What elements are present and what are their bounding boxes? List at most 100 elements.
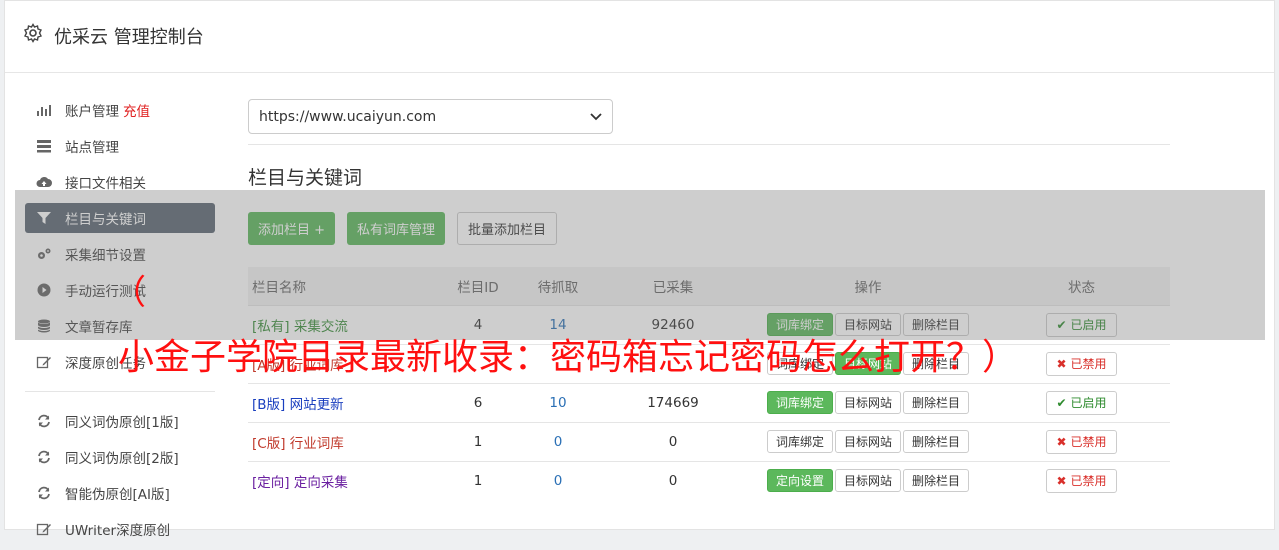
status-label: 已禁用	[1070, 357, 1107, 371]
target-site-button[interactable]: 目标网站	[834, 430, 901, 453]
column-tag: [A版]	[252, 357, 286, 374]
pending-count[interactable]	[513, 343, 603, 383]
refresh-icon	[35, 485, 53, 501]
bind-lexicon-button[interactable]: 词库绑定	[766, 313, 833, 336]
recharge-link[interactable]: 充值	[123, 100, 150, 120]
close-icon: ✖	[1056, 356, 1067, 371]
ops-cell: 词库绑定 目标网站 删除栏目	[743, 382, 993, 422]
column-name-cell[interactable]: [B版] 网站更新	[248, 382, 443, 422]
column-name-cell[interactable]: [A版] 行业词库	[248, 343, 443, 383]
bar-chart-icon	[35, 102, 53, 118]
edit-icon	[35, 354, 53, 370]
batch-add-button[interactable]: 批量添加栏目	[457, 212, 558, 245]
delete-column-button[interactable]: 删除栏目	[903, 430, 970, 453]
column-id: 1	[443, 460, 513, 500]
table-row: [A版] 行业词库 词库绑定 目标网站 删除栏目 ✖ 已禁用	[248, 343, 1170, 383]
collected-count	[603, 343, 743, 383]
col-header-name: 栏目名称	[252, 279, 306, 296]
column-id: 4	[443, 304, 513, 344]
col-header-id: 栏目ID	[457, 279, 499, 296]
sidebar-item-label: 站点管理	[65, 140, 119, 156]
ops-cell: 词库绑定 目标网站 删除栏目	[743, 343, 993, 383]
bind-lexicon-button[interactable]: 词库绑定	[766, 430, 833, 453]
table-row: [私有] 采集交流 4 14 92460 词库绑定 目标网站 删除栏目 ✔ 已启用	[248, 304, 1170, 344]
status-toggle[interactable]: ✔ 已启用	[1045, 312, 1118, 337]
pending-count[interactable]: 14	[513, 304, 603, 344]
column-name-cell[interactable]: [C版] 行业词库	[248, 421, 443, 461]
pending-count[interactable]: 0	[513, 421, 603, 461]
delete-column-button[interactable]: 删除栏目	[903, 352, 970, 375]
status-label: 已启用	[1070, 396, 1107, 410]
target-site-button[interactable]: 目标网站	[834, 391, 901, 414]
sidebar-item-collect-settings[interactable]: 采集细节设置	[25, 239, 215, 269]
sidebar-item-account[interactable]: 账户管理 充值	[25, 95, 215, 125]
refresh-icon	[35, 449, 53, 465]
columns-table: 栏目名称 栏目ID 待抓取 已采集 操作 状态 [私有] 采集交流 4 14 9…	[248, 267, 1170, 500]
column-id	[443, 343, 513, 383]
collected-count: 0	[603, 460, 743, 500]
cogs-icon	[35, 246, 53, 262]
collected-count: 0	[603, 421, 743, 461]
chevron-down-icon	[590, 112, 602, 120]
pending-count[interactable]: 0	[513, 460, 603, 500]
sidebar-item-manual-run[interactable]: 手动运行测试	[25, 275, 215, 305]
ops-cell: 定向设置 目标网站 删除栏目	[743, 460, 993, 500]
target-site-button[interactable]: 目标网站	[834, 313, 901, 336]
directed-settings-button[interactable]: 定向设置	[766, 469, 833, 493]
status-cell: ✖ 已禁用	[993, 460, 1170, 500]
column-name-cell[interactable]: [定向] 定向采集	[248, 460, 443, 500]
column-id: 1	[443, 421, 513, 461]
column-name-cell[interactable]: [私有] 采集交流	[248, 304, 443, 344]
private-lexicon-button[interactable]: 私有词库管理	[347, 212, 446, 245]
sidebar-divider	[25, 391, 215, 392]
site-select-value: https://www.ucaiyun.com	[259, 108, 437, 125]
sidebar-item-synonym-v1[interactable]: 同义词伪原创[1版]	[25, 406, 215, 436]
status-toggle[interactable]: ✖ 已禁用	[1045, 429, 1118, 454]
site-select[interactable]: https://www.ucaiyun.com	[248, 99, 613, 134]
column-tag: [定向]	[252, 474, 290, 491]
status-toggle[interactable]: ✖ 已禁用	[1045, 351, 1118, 376]
sidebar-item-deep-original[interactable]: 深度原创任务	[25, 347, 215, 377]
status-toggle[interactable]: ✖ 已禁用	[1045, 468, 1118, 493]
add-column-button[interactable]: 添加栏目 +	[248, 212, 336, 245]
sidebar-item-interface[interactable]: 接口文件相关	[25, 167, 215, 197]
sidebar-item-sites[interactable]: 站点管理	[25, 131, 215, 161]
sidebar-item-synonym-v2[interactable]: 同义词伪原创[2版]	[25, 442, 215, 472]
sidebar-item-uwriter[interactable]: UWriter深度原创	[25, 514, 215, 544]
close-icon: ✖	[1056, 473, 1067, 488]
collected-count: 92460	[603, 304, 743, 344]
main-content: https://www.ucaiyun.com 栏目与关键词 添加栏目 + 私有…	[248, 99, 1170, 500]
sidebar-item-ai-original[interactable]: 智能伪原创[AI版]	[25, 478, 215, 508]
delete-column-button[interactable]: 删除栏目	[903, 391, 970, 414]
status-toggle[interactable]: ✔ 已启用	[1045, 390, 1118, 415]
column-name: 采集交流	[293, 318, 348, 335]
filter-icon	[35, 210, 53, 226]
sidebar-item-columns[interactable]: 栏目与关键词	[25, 203, 215, 233]
sidebar-item-label: 智能伪原创[AI版]	[65, 487, 170, 503]
delete-column-button[interactable]: 删除栏目	[903, 313, 970, 336]
target-site-button[interactable]: 目标网站	[834, 469, 901, 493]
col-header-status: 状态	[1068, 279, 1095, 296]
sidebar-item-label: UWriter深度原创	[65, 523, 171, 539]
column-name: 行业词库	[289, 435, 344, 452]
pending-count[interactable]: 10	[513, 382, 603, 422]
collected-count: 174669	[603, 382, 743, 422]
sidebar-item-article-store[interactable]: 文章暂存库	[25, 311, 215, 341]
table-header-row: 栏目名称 栏目ID 待抓取 已采集 操作 状态	[248, 267, 1170, 305]
table-row: [定向] 定向采集 1 0 0 定向设置 目标网站 删除栏目 ✖ 已禁用	[248, 460, 1170, 500]
gear-icon	[24, 23, 42, 43]
bind-lexicon-button[interactable]: 词库绑定	[766, 352, 833, 375]
target-site-button[interactable]: 目标网站	[834, 352, 901, 375]
column-id: 6	[443, 382, 513, 422]
delete-column-button[interactable]: 删除栏目	[903, 469, 970, 493]
column-name: 行业词库	[289, 357, 344, 374]
ops-cell: 词库绑定 目标网站 删除栏目	[743, 304, 993, 344]
page-title: 优采云 管理控制台	[54, 27, 204, 48]
sidebar-item-label: 手动运行测试	[65, 284, 146, 300]
status-label: 已启用	[1070, 318, 1107, 332]
sidebar-item-label: 采集细节设置	[65, 248, 146, 264]
status-cell: ✔ 已启用	[993, 382, 1170, 422]
bind-lexicon-button[interactable]: 词库绑定	[766, 391, 833, 414]
section-title: 栏目与关键词	[248, 167, 363, 189]
status-cell: ✖ 已禁用	[993, 421, 1170, 461]
